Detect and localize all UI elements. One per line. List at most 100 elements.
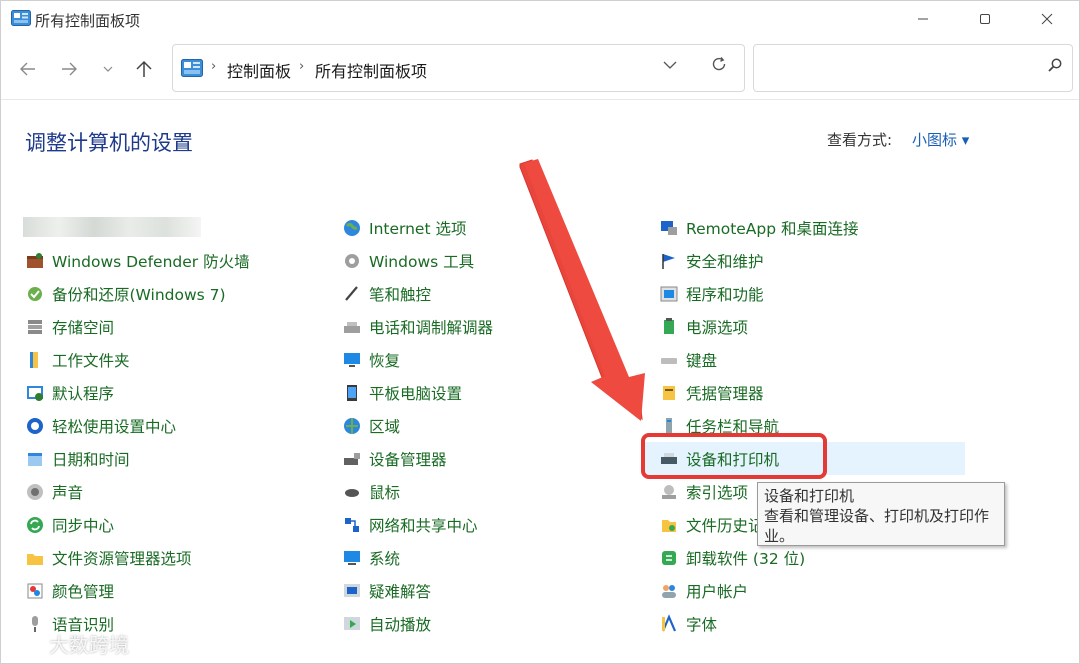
modem-icon	[342, 317, 362, 337]
control-panel-item-label: 程序和功能	[686, 286, 764, 304]
control-panel-item[interactable]: 键盘	[659, 345, 717, 375]
breadcrumb-control-panel[interactable]: 控制面板	[227, 58, 291, 82]
arrow-left-icon	[20, 62, 35, 76]
search-box[interactable]	[753, 44, 1073, 92]
user-accounts-icon	[659, 581, 679, 601]
control-panel-item[interactable]: 系统	[342, 543, 400, 573]
globe-icon	[342, 218, 362, 238]
control-panel-item[interactable]: 区域	[342, 411, 400, 441]
recent-locations-button[interactable]	[93, 55, 123, 83]
control-panel-item[interactable]: 默认程序	[25, 378, 114, 408]
back-button[interactable]	[13, 55, 43, 83]
address-history-button[interactable]	[663, 57, 677, 73]
control-panel-item[interactable]: 同步中心	[25, 510, 114, 540]
control-panel-item[interactable]: 索引选项	[659, 477, 748, 507]
control-panel-item-label: 网络和共享中心	[369, 517, 478, 535]
maximize-button[interactable]	[955, 1, 1015, 37]
power-icon	[659, 317, 679, 337]
view-by-label: 查看方式:	[827, 131, 893, 149]
index-icon	[659, 482, 679, 502]
file-history-icon	[659, 515, 679, 535]
uninstall-icon	[659, 548, 679, 568]
programs-icon	[659, 284, 679, 304]
autoplay-icon	[342, 614, 362, 634]
control-panel-item[interactable]: 卸载软件 (32 位)	[659, 543, 805, 573]
control-panel-icon	[181, 59, 203, 77]
control-panel-item[interactable]: 笔和触控	[342, 279, 431, 309]
refresh-icon	[712, 57, 726, 71]
control-panel-item-label: 索引选项	[686, 484, 749, 502]
remoteapp-icon	[659, 218, 679, 238]
control-panel-item[interactable]: RemoteApp 和桌面连接	[659, 213, 859, 243]
troubleshoot-icon	[342, 581, 362, 601]
arrow-right-icon	[62, 62, 77, 76]
control-panel-item-label: 平板电脑设置	[369, 385, 463, 403]
view-by-dropdown[interactable]: 小图标 ▾	[912, 129, 969, 150]
watermark-logo-icon	[12, 636, 41, 652]
control-panel-item-label: 恢复	[369, 352, 401, 370]
control-panel-item[interactable]: 声音	[25, 477, 83, 507]
up-button[interactable]	[129, 55, 159, 83]
minimize-icon	[918, 18, 928, 20]
control-panel-item[interactable]: 安全和维护	[659, 246, 764, 276]
close-icon	[1041, 13, 1053, 25]
forward-button[interactable]	[54, 55, 84, 83]
keyboard-icon	[659, 350, 679, 370]
control-panel-item[interactable]: 颜色管理	[25, 576, 114, 606]
work-folder-icon	[25, 350, 45, 370]
control-panel-item-label: 电源选项	[686, 319, 749, 337]
control-panel-item[interactable]: 文件资源管理器选项	[25, 543, 192, 573]
control-panel-item-label: 电话和调制解调器	[369, 319, 494, 337]
control-panel-item[interactable]: 轻松使用设置中心	[25, 411, 176, 441]
minimize-button[interactable]	[893, 1, 953, 37]
breadcrumb-chevron-icon: ›	[299, 59, 305, 74]
control-panel-item-label: 安全和维护	[686, 253, 764, 271]
control-panel-item[interactable]: 平板电脑设置	[342, 378, 462, 408]
control-panel-item[interactable]: 用户帐户	[659, 576, 748, 606]
window-title: 所有控制面板项	[35, 12, 141, 30]
control-panel-item[interactable]: 鼠标	[342, 477, 400, 507]
refresh-button[interactable]	[711, 56, 727, 77]
tooltip-title: 设备和打印机	[764, 487, 855, 505]
control-panel-item[interactable]: 设备管理器	[342, 444, 447, 474]
annotation-red-box	[641, 433, 827, 479]
search-icon	[1048, 58, 1062, 72]
control-panel-item[interactable]: 电话和调制解调器	[342, 312, 493, 342]
control-panel-item[interactable]: 疑难解答	[342, 576, 431, 606]
control-panel-item-label: RemoteApp 和桌面连接	[686, 220, 859, 238]
control-panel-item-label: Windows 工具	[369, 253, 475, 271]
control-panel-item[interactable]: 日期和时间	[25, 444, 130, 474]
control-panel-item[interactable]: 网络和共享中心	[342, 510, 478, 540]
breadcrumb-all-items[interactable]: 所有控制面板项	[315, 58, 427, 82]
control-panel-item-label: 日期和时间	[52, 451, 130, 469]
control-panel-item[interactable]: Windows 工具	[342, 246, 474, 276]
control-panel-item[interactable]: 字体	[659, 609, 717, 639]
address-bar[interactable]: › 控制面板 › 所有控制面板项	[172, 44, 745, 92]
control-panel-item[interactable]: 程序和功能	[659, 279, 764, 309]
control-panel-item[interactable]: 文件历史记	[659, 510, 764, 540]
control-panel-item-label: Windows Defender 防火墙	[52, 253, 250, 271]
control-panel-item[interactable]: 备份和还原(Windows 7)	[25, 279, 226, 309]
control-panel-item[interactable]: 凭据管理器	[659, 378, 764, 408]
control-panel-item[interactable]: 恢复	[342, 345, 400, 375]
control-panel-item-label: 文件资源管理器选项	[52, 550, 192, 568]
tooltip-body: 查看和管理设备、打印机及打印作业。	[764, 507, 990, 545]
control-panel-item-label: 卸载软件 (32 位)	[686, 550, 806, 568]
font-icon	[659, 614, 679, 634]
search-input[interactable]	[760, 53, 1030, 83]
credential-icon	[659, 383, 679, 403]
control-panel-item[interactable]: Windows Defender 防火墙	[25, 246, 250, 276]
close-button[interactable]	[1017, 1, 1077, 37]
control-panel-item[interactable]: Internet 选项	[342, 213, 466, 243]
control-panel-item[interactable]: 存储空间	[25, 312, 114, 342]
control-panel-item-label: 设备管理器	[369, 451, 447, 469]
search-button[interactable]	[1048, 58, 1062, 76]
divider	[1, 99, 1079, 100]
security-flag-icon	[659, 251, 679, 271]
control-panel-item[interactable]: 工作文件夹	[25, 345, 130, 375]
blurred-item	[23, 217, 201, 237]
ease-of-access-icon	[25, 416, 45, 436]
control-panel-item[interactable]: 自动播放	[342, 609, 431, 639]
control-panel-item-label: 区域	[369, 418, 401, 436]
control-panel-item[interactable]: 电源选项	[659, 312, 748, 342]
